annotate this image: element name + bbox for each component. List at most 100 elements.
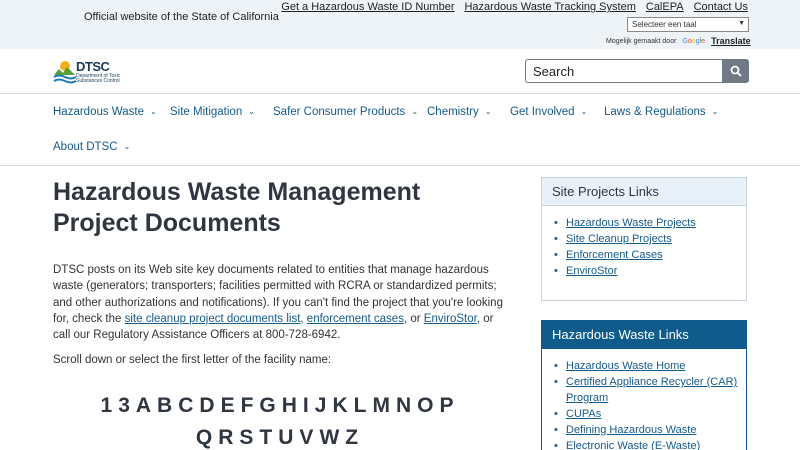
search-button[interactable] [722,59,749,83]
envirostor-link[interactable]: EnviroStor [424,313,477,325]
list-item: CUPAs [554,406,746,422]
waste-tracking-link[interactable]: Hazardous Waste Tracking System [464,1,635,13]
letter-link[interactable]: Q [196,422,212,450]
list-item: Enforcement Cases [554,247,746,263]
list-item: Certified Appliance Recycler (CAR) Progr… [554,374,746,406]
letter-link[interactable]: L [354,390,367,422]
letter-link[interactable]: C [178,390,193,422]
chevron-down-icon: ⌄ [149,107,157,116]
card-title: Site Projects Links [542,178,746,206]
nav-item-site-mitigation[interactable]: Site Mitigation ⌄ [170,106,255,118]
car-program-link[interactable]: Certified Appliance Recycler (CAR) Progr… [566,376,737,404]
defining-hazardous-waste-link[interactable]: Defining Hazardous Waste [566,424,696,436]
letter-link[interactable]: J [315,390,327,422]
letter-link[interactable]: 1 [101,390,113,422]
site-projects-links-card: Site Projects Links Hazardous Waste Proj… [541,177,747,301]
letter-link[interactable]: F [241,390,254,422]
chevron-down-icon: ▼ [738,20,745,27]
official-website-text: Official website of the State of Califor… [84,11,279,23]
separator: , or [403,312,424,325]
site-cleanup-projects-link[interactable]: Site Cleanup Projects [566,233,672,245]
enforcement-cases-link[interactable]: enforcement cases [307,313,404,325]
letter-link[interactable]: H [282,390,297,422]
utility-bar: Official website of the State of Califor… [0,0,800,49]
letter-link[interactable]: O [417,390,433,422]
chevron-down-icon: ⌄ [248,107,255,116]
language-select-value: Selecteer een taal [632,20,697,29]
contact-us-link[interactable]: Contact Us [694,1,748,13]
utility-links: Get a Hazardous Waste ID Number Hazardou… [281,1,748,13]
intro-paragraph: DTSC posts on its Web site key documents… [53,262,513,343]
letter-link[interactable]: G [259,390,275,422]
hazardous-waste-home-link[interactable]: Hazardous Waste Home [566,360,685,372]
nav-label: Hazardous Waste [53,106,144,118]
chevron-down-icon: ⌄ [711,107,719,116]
chevron-down-icon: ⌄ [123,142,131,151]
site-header: DTSC Department of Toxic Substances Cont… [0,49,800,94]
logo-text: DTSC [76,59,110,74]
chevron-down-icon: ⌄ [411,107,419,116]
powered-by-google: Mogelijk gemaakt door Google Translate [606,36,751,46]
letter-link[interactable]: P [439,390,453,422]
letter-link[interactable]: 3 [118,390,130,422]
link-list: Hazardous Waste Home Certified Appliance… [542,349,746,450]
letter-link[interactable]: N [396,390,411,422]
scroll-instruction: Scroll down or select the first letter o… [53,354,332,366]
dtsc-logo-icon [53,61,77,84]
nav-item-laws-regulations[interactable]: Laws & Regulations ⌄ [604,106,718,118]
nav-label: Get Involved [510,106,575,118]
search-form [525,59,749,83]
logo-subtext: Department of Toxic Substances Control [76,73,121,84]
nav-item-safer-consumer-products[interactable]: Safer Consumer Products ⌄ [273,106,418,118]
translate-link[interactable]: Translate [711,36,751,46]
letter-link[interactable]: Z [345,422,358,450]
letter-link[interactable]: A [136,390,151,422]
letter-link[interactable]: W [319,422,339,450]
list-item: EnviroStor [554,263,746,279]
letter-link[interactable]: T [259,422,272,450]
nav-item-get-involved[interactable]: Get Involved ⌄ [510,106,587,118]
search-icon [730,65,742,77]
letter-link[interactable]: S [239,422,253,450]
letter-link[interactable]: K [332,390,347,422]
letter-link[interactable]: D [199,390,214,422]
powered-by-text: Mogelijk gemaakt door [606,37,677,45]
list-item: Hazardous Waste Projects [554,215,746,231]
language-select[interactable]: Selecteer een taal ▼ [627,17,749,32]
letter-link[interactable]: R [218,422,233,450]
main-navigation: Hazardous Waste ⌄ Site Mitigation ⌄ Safer … [0,95,800,166]
list-item: Hazardous Waste Home [554,358,746,374]
hazardous-waste-projects-link[interactable]: Hazardous Waste Projects [566,217,696,229]
list-item: Defining Hazardous Waste [554,422,746,438]
nav-label: Site Mitigation [170,106,243,118]
search-input[interactable] [525,59,722,83]
chevron-down-icon: ⌄ [580,107,588,116]
nav-item-about-dtsc[interactable]: About DTSC ⌄ [53,141,130,153]
letter-link[interactable]: B [157,390,172,422]
letter-link[interactable]: I [303,390,309,422]
dtsc-logo[interactable]: DTSC Department of Toxic Substances Cont… [53,55,125,89]
e-waste-link[interactable]: Electronic Waste (E-Waste) [566,440,700,450]
letter-link[interactable]: M [372,390,390,422]
enforcement-cases-link[interactable]: Enforcement Cases [566,249,663,261]
nav-item-chemistry[interactable]: Chemistry ⌄ [427,106,491,118]
site-cleanup-documents-link[interactable]: site cleanup project documents list [125,313,301,325]
letter-link[interactable]: V [299,422,313,450]
cupas-link[interactable]: CUPAs [566,408,601,420]
google-logo: Google [682,37,706,45]
letter-link[interactable]: U [278,422,293,450]
list-item: Site Cleanup Projects [554,231,746,247]
envirostor-link[interactable]: EnviroStor [566,265,617,277]
nav-label: Laws & Regulations [604,106,706,118]
nav-label: Safer Consumer Products [273,106,406,118]
list-item: Electronic Waste (E-Waste) [554,438,746,450]
letter-link[interactable]: E [221,390,235,422]
chevron-down-icon: ⌄ [484,107,492,116]
hazardous-waste-id-link[interactable]: Get a Hazardous Waste ID Number [281,1,454,13]
nav-label: Chemistry [427,106,479,118]
nav-item-hazardous-waste[interactable]: Hazardous Waste ⌄ [53,106,157,118]
hazardous-waste-links-card: Hazardous Waste Links Hazardous Waste Ho… [541,320,747,450]
calepa-link[interactable]: CalEPA [646,1,684,13]
link-list: Hazardous Waste Projects Site Cleanup Pr… [542,206,746,279]
card-title: Hazardous Waste Links [542,321,746,349]
